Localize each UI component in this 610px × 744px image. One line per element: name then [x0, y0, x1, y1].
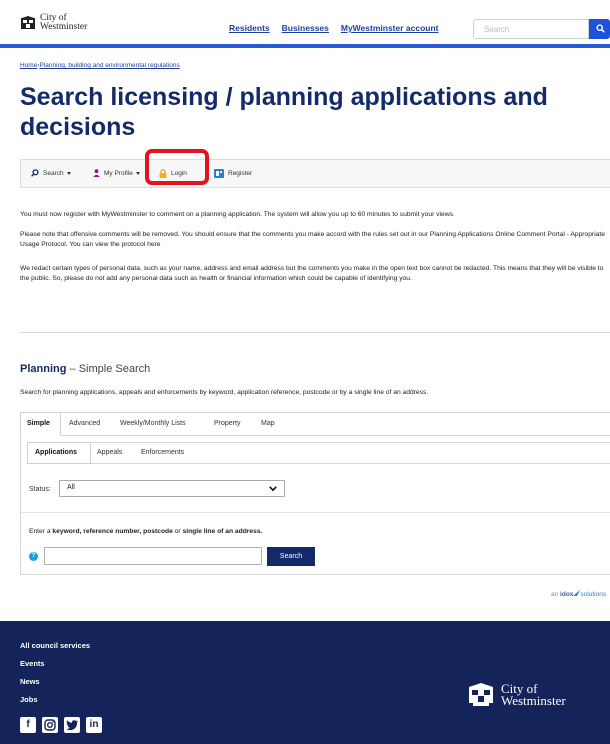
logo-text: City of Westminster: [40, 14, 87, 31]
tab-map[interactable]: Map: [261, 420, 275, 427]
chevron-down-icon: [66, 171, 71, 175]
footer-logo-line-2: Westminster: [501, 693, 566, 708]
register-icon: [214, 169, 224, 178]
nav-businesses-link[interactable]: Businesses: [282, 23, 329, 33]
planning-search-button[interactable]: Search: [267, 547, 315, 566]
site-search-input[interactable]: Search: [473, 19, 589, 39]
tab-weekly-monthly-lists[interactable]: Weekly/Monthly Lists: [120, 420, 186, 427]
instagram-icon[interactable]: [42, 717, 58, 733]
chevron-down-icon: [269, 486, 277, 492]
keyword-search-input[interactable]: [44, 547, 262, 565]
user-icon: [93, 169, 100, 177]
footer-westminster-logo[interactable]: City of Westminster: [467, 682, 566, 708]
subtab-appeals[interactable]: Appeals: [97, 449, 122, 456]
search-menu-label: Search: [43, 169, 64, 177]
search-menu[interactable]: Search: [31, 169, 71, 177]
tabs-divider: [61, 435, 610, 436]
idox-suffix: solutions: [580, 591, 607, 598]
status-select[interactable]: All: [59, 480, 285, 497]
site-search-button[interactable]: [589, 19, 610, 39]
tab-simple[interactable]: Simple: [27, 420, 50, 427]
help-icon[interactable]: ?: [29, 552, 38, 561]
breadcrumb: Home›Planning, building and environmenta…: [20, 62, 180, 69]
breadcrumb-planning-link[interactable]: Planning, building and environmental reg…: [40, 62, 180, 69]
status-label: Status:: [29, 486, 51, 493]
login-highlight-annotation: [145, 149, 209, 185]
footer-logo-text: City of Westminster: [501, 682, 566, 708]
tab-property[interactable]: Property: [214, 420, 240, 427]
footer-jobs-link[interactable]: Jobs: [20, 695, 38, 704]
idox-brand: idox: [560, 591, 574, 598]
subtab-applications[interactable]: Applications: [35, 449, 77, 456]
notice-register: You must now register with MyWestminster…: [20, 211, 455, 218]
register-label: Register: [228, 170, 253, 177]
notice-offensive-comments: Please note that offensive comments will…: [20, 231, 605, 248]
instruction-or: or: [172, 528, 183, 535]
crest-icon: [469, 683, 493, 706]
footer-news-link[interactable]: News: [20, 677, 40, 686]
twitter-glyph: [66, 720, 79, 731]
nav-residents-link[interactable]: Residents: [229, 23, 270, 33]
subtab-enforcements[interactable]: Enforcements: [141, 449, 184, 456]
planning-heading: Planning – Simple Search: [20, 363, 150, 375]
breadcrumb-home-link[interactable]: Home: [20, 62, 37, 69]
notice-divider: [20, 332, 610, 333]
idox-branding[interactable]: an idox solutions: [551, 590, 606, 598]
planning-heading-title: Planning: [20, 363, 67, 375]
nav-mywestminster-link[interactable]: MyWestminster account: [341, 23, 439, 33]
chevron-down-icon: [135, 171, 140, 175]
instruction-keyword: keyword, reference number, postcode: [52, 528, 173, 535]
facebook-icon[interactable]: f: [20, 717, 36, 733]
account-toolbar: Search My Profile Login Register: [20, 159, 610, 188]
status-selected-value: All: [67, 484, 75, 491]
instruction-prefix: Enter a: [29, 528, 53, 535]
idox-prefix: an: [551, 591, 559, 598]
my-profile-label: My Profile: [104, 169, 133, 177]
footer-all-council-services-link[interactable]: All council services: [20, 641, 90, 650]
header-accent-bar: [0, 44, 610, 48]
my-profile-menu[interactable]: My Profile: [93, 169, 140, 177]
twitter-icon[interactable]: [64, 717, 80, 733]
main-nav: Residents Businesses MyWestminster accou…: [229, 23, 451, 33]
search-icon: [596, 24, 605, 33]
crest-icon: [21, 15, 35, 29]
page-title: Search licensing / planning applications…: [20, 83, 548, 141]
planning-heading-subtitle: – Simple Search: [69, 363, 151, 375]
keyword-instruction: Enter a keyword, reference number, postc…: [29, 528, 262, 535]
logo-line-2: Westminster: [40, 21, 88, 32]
notice-personal-data: We redact certain types of personal data…: [20, 265, 604, 282]
site-header: City of Westminster Residents Businesses…: [0, 0, 610, 44]
register-link[interactable]: Register: [214, 169, 252, 178]
footer-events-link[interactable]: Events: [20, 659, 45, 668]
linkedin-icon[interactable]: in: [86, 717, 102, 733]
search-icon: [31, 169, 39, 177]
instagram-glyph: [44, 719, 56, 731]
planning-description: Search for planning applications, appeal…: [20, 389, 429, 396]
city-of-westminster-logo[interactable]: City of Westminster: [20, 14, 87, 31]
instruction-address: single line of an address.: [182, 528, 263, 535]
panel-divider: [21, 512, 610, 513]
tab-advanced[interactable]: Advanced: [69, 420, 100, 427]
